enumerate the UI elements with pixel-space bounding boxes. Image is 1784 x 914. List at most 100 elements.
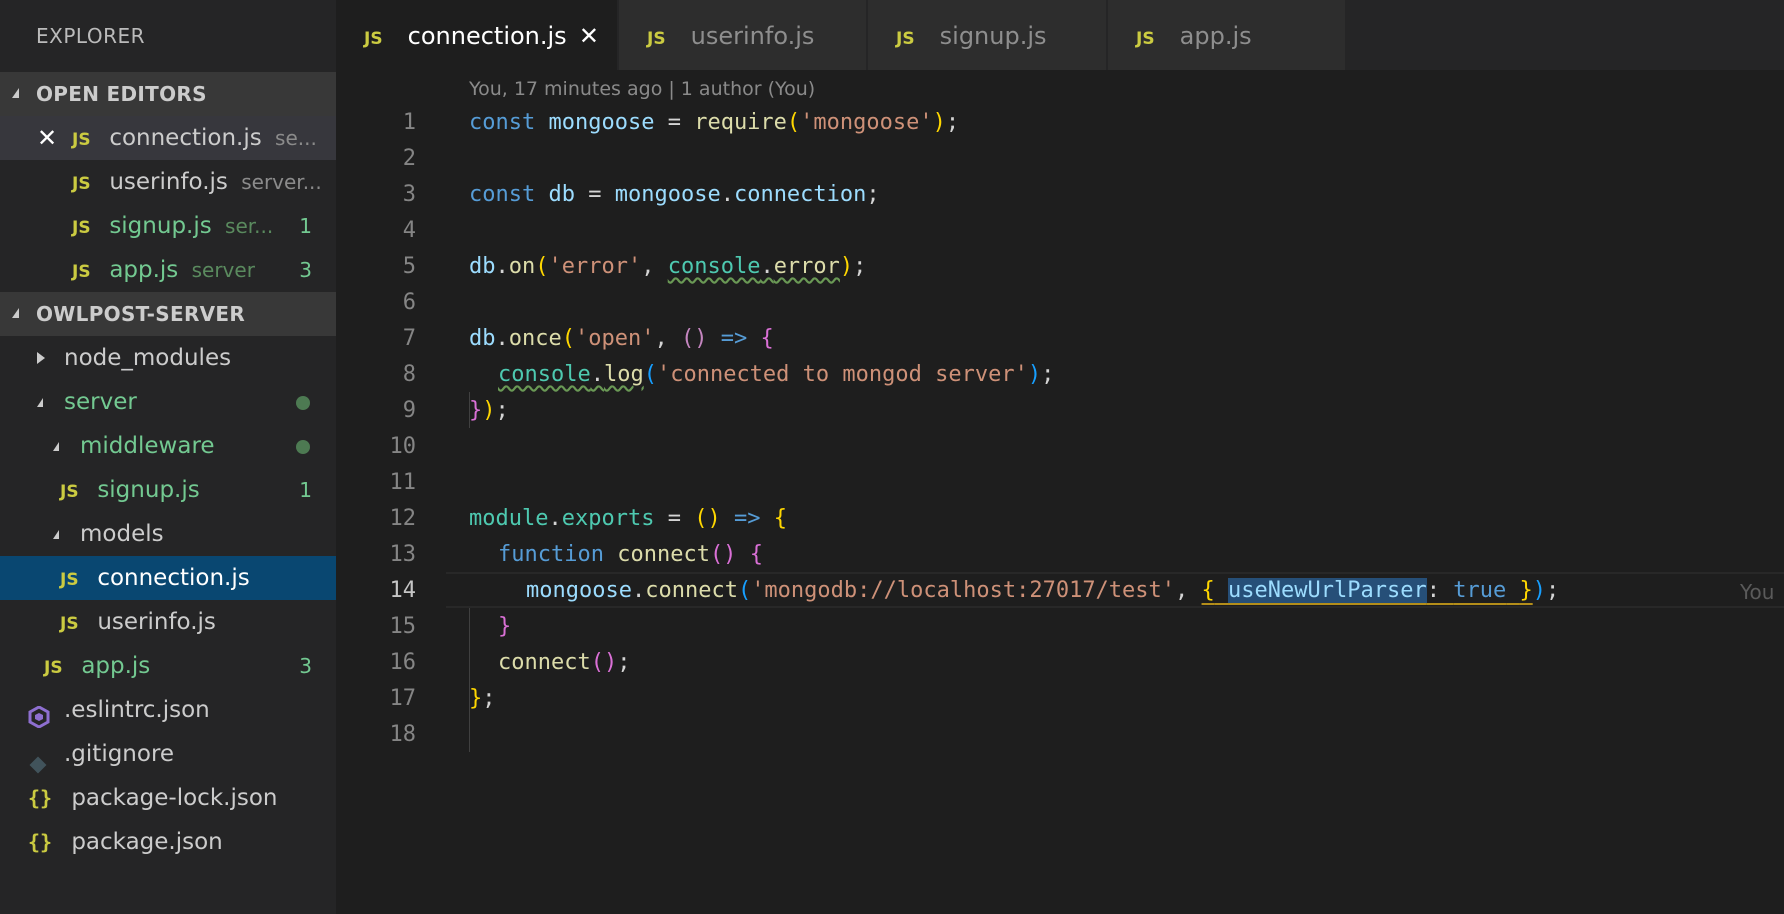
open-editor-filename: userinfo.js [109,169,228,195]
tab-app[interactable]: JS app.js [1108,0,1346,70]
code-line-14: mongoose.connect('mongodb://localhost:27… [526,578,1560,603]
tab-label: connection.js [407,22,567,50]
tree-label: middleware [80,433,215,459]
codelens-blame[interactable]: You, 17 minutes ago | 1 author (You) [469,78,815,100]
tree-file-gitignore[interactable]: .gitignore [0,732,336,776]
js-file-icon: JS [1136,29,1155,49]
line-number: 13 [389,542,417,567]
chevron-down-icon [53,442,59,451]
open-editor-item-app[interactable]: JS app.js server 3 [0,248,336,292]
json-file-icon: {} [28,786,53,810]
tab-label: userinfo.js [690,22,815,50]
js-file-icon: JS [60,570,79,590]
chevron-down-icon [53,530,59,539]
tree-label: signup.js [97,477,200,503]
line-number: 14 [389,578,417,603]
js-file-icon: JS [896,29,915,49]
js-file-icon: JS [60,614,79,634]
code-line-16: connect(); [498,650,631,675]
line-number: 8 [402,362,416,387]
tab-connection[interactable]: JS connection.js ✕ [336,0,618,70]
explorer-title: EXPLORER [36,24,145,48]
code-line-7: db.once('open', () => { [469,326,774,351]
tab-userinfo[interactable]: JS userinfo.js [619,0,867,70]
tree-file-package[interactable]: {} package.json [0,820,336,864]
line-number: 16 [389,650,417,675]
problem-count-badge: 1 [299,214,312,238]
open-editor-path: server [191,258,255,282]
tree-file-eslintrc[interactable]: .eslintrc.json [0,688,336,732]
tree-folder-node-modules[interactable]: node_modules [0,336,336,380]
inline-blame: You [1740,580,1775,604]
tree-label: connection.js [97,565,250,591]
line-number: 5 [402,254,416,279]
problem-count-badge: 1 [299,478,312,502]
editor-tab-bar: JS connection.js ✕ JS userinfo.js JS sig… [336,0,1784,70]
code-line-1: const mongoose = require('mongoose'); [469,110,960,135]
open-editor-filename: signup.js [109,213,212,239]
open-editor-item-connection[interactable]: ✕ JS connection.js se... [0,116,336,160]
line-number: 6 [402,290,416,315]
line-number: 12 [389,506,417,531]
indent-guide [469,608,470,752]
tree-folder-models[interactable]: models [0,512,336,556]
js-file-icon: JS [60,482,79,502]
chevron-right-icon [37,352,45,364]
js-file-icon: JS [44,658,63,678]
code-line-13: function connect() { [498,542,763,567]
open-editor-item-signup[interactable]: JS signup.js ser... 1 [0,204,336,248]
open-editors-header[interactable]: OPEN EDITORS [0,72,336,116]
open-editor-filename: connection.js [109,125,262,151]
project-folder-header[interactable]: OWLPOST-SERVER [0,292,336,336]
line-number: 9 [402,398,416,423]
js-file-icon: JS [72,174,91,194]
tree-label: package-lock.json [71,785,278,811]
close-icon[interactable]: ✕ [37,116,57,160]
open-editor-filename: app.js [109,257,179,283]
eslint-icon [28,699,50,729]
tree-file-signup[interactable]: JS signup.js 1 [0,468,336,512]
explorer-sidebar: EXPLORER OPEN EDITORS ✕ JS connection.js… [0,0,336,914]
tree-file-package-lock[interactable]: {} package-lock.json [0,776,336,820]
tab-label: signup.js [939,22,1047,50]
line-number: 7 [402,326,416,351]
code-line-5: db.on('error', console.error); [469,254,867,279]
tree-label: .eslintrc.json [64,697,210,723]
open-editor-path: se... [275,126,317,150]
tree-file-app[interactable]: JS app.js 3 [0,644,336,688]
problem-count-badge: 3 [299,654,312,678]
js-file-icon: JS [647,29,666,49]
chevron-down-icon [12,308,19,318]
modified-dot-icon [296,440,310,454]
tree-label: .gitignore [64,741,175,767]
line-number: 1 [402,110,416,135]
code-line-15: } [498,614,512,639]
tree-file-userinfo[interactable]: JS userinfo.js [0,600,336,644]
line-number: 2 [402,146,416,171]
problem-count-badge: 3 [299,258,312,282]
code-line-3: const db = mongoose.connection; [469,182,880,207]
code-line-9: }); [469,398,509,423]
tree-label: app.js [81,653,151,679]
tree-folder-server[interactable]: server [0,380,336,424]
code-editor[interactable]: You, 17 minutes ago | 1 author (You) 1 2… [336,70,1784,914]
json-file-icon: {} [28,830,53,854]
open-editors-label: OPEN EDITORS [36,82,207,106]
line-number: 15 [389,614,417,639]
js-file-icon: JS [72,218,91,238]
git-icon [29,745,47,774]
chevron-down-icon [12,88,19,98]
tree-folder-middleware[interactable]: middleware [0,424,336,468]
open-editor-item-userinfo[interactable]: JS userinfo.js server... [0,160,336,204]
line-number: 4 [402,218,416,243]
tree-label: node_modules [64,345,232,371]
open-editor-path: ser... [225,214,274,238]
tree-file-connection[interactable]: JS connection.js [0,556,336,600]
code-line-17: }; [469,686,496,711]
tab-label: app.js [1179,22,1252,50]
line-number: 3 [402,182,416,207]
close-icon[interactable]: ✕ [579,0,599,72]
tree-label: userinfo.js [97,609,216,635]
line-number: 11 [389,470,417,495]
tab-signup[interactable]: JS signup.js [868,0,1107,70]
